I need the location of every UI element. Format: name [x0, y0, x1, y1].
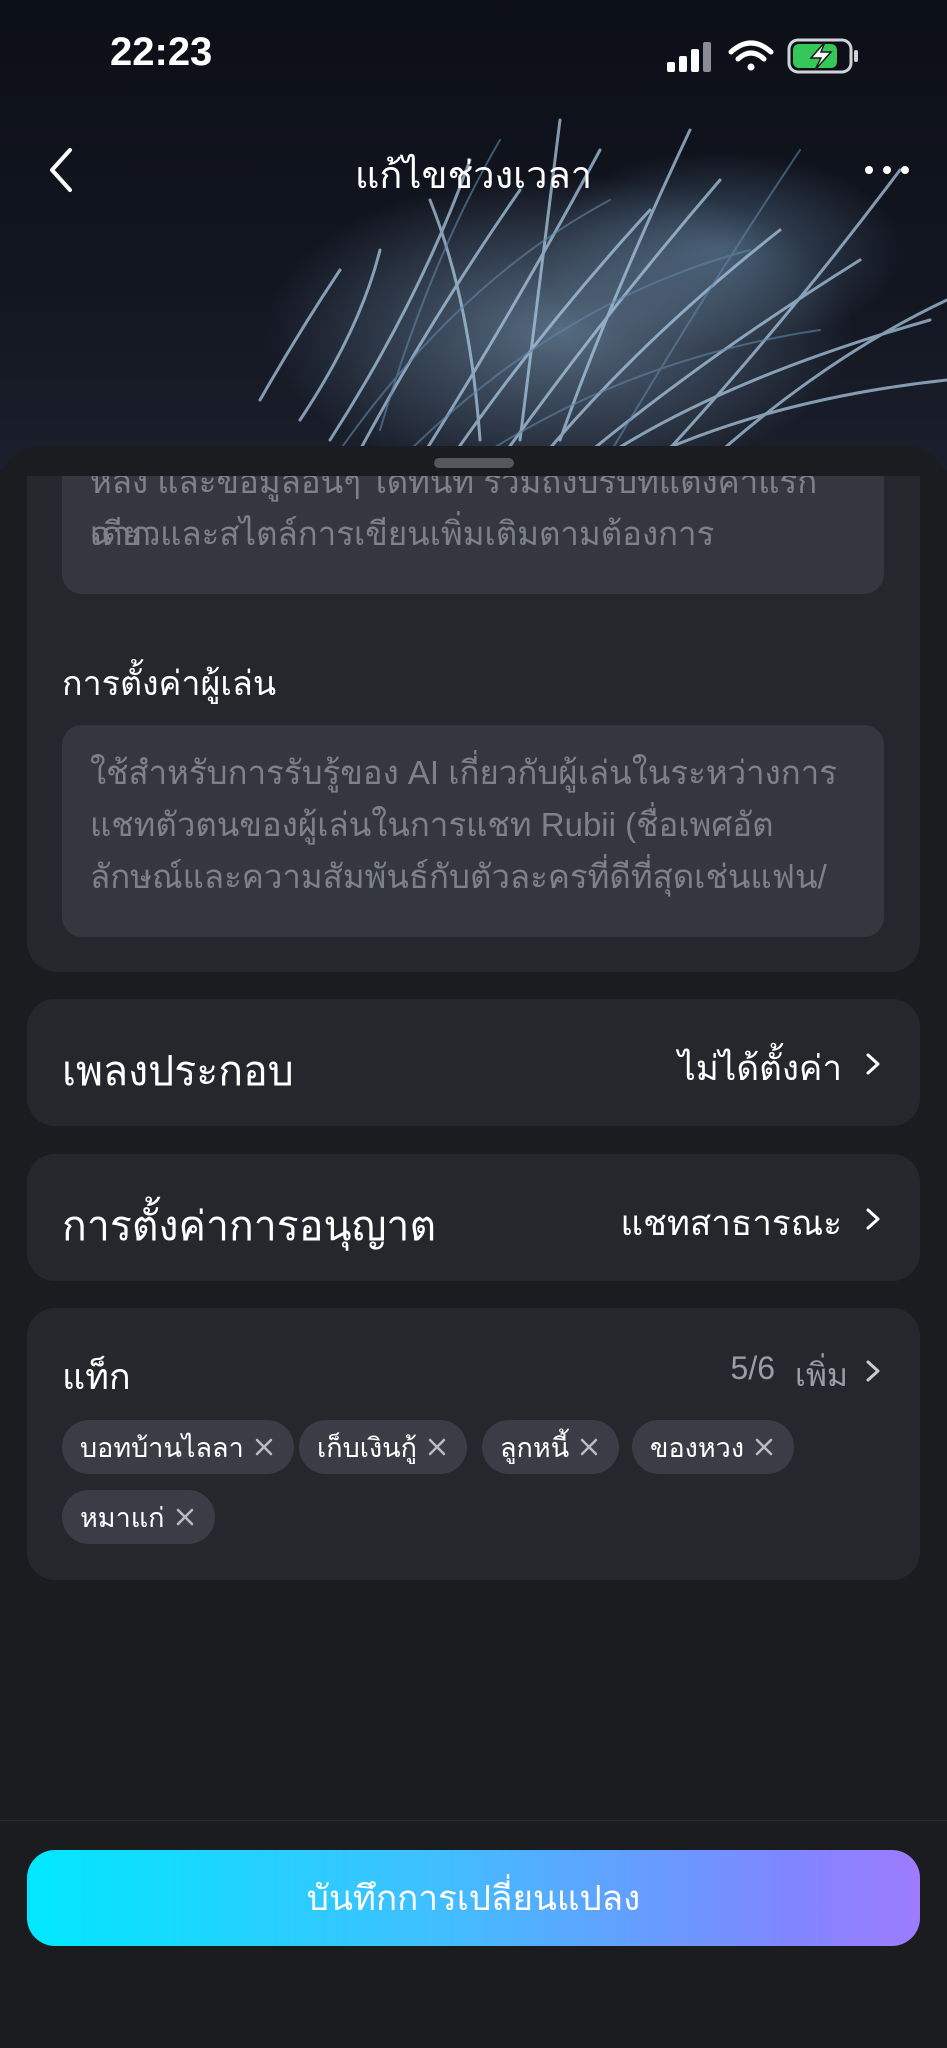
permission-settings-label: การตั้งค่าการอนุญาต: [62, 1203, 437, 1249]
status-icons: [667, 36, 877, 80]
more-dots-icon: [865, 166, 909, 174]
sheet-drag-handle[interactable]: [434, 458, 514, 468]
player-settings-textarea[interactable]: ใช้สำหรับการรับรู้ของ AI เกี่ยวกับผู้เล่…: [62, 725, 884, 937]
chevron-right-icon: [866, 1208, 880, 1230]
tags-section: แท็ก 5/6 เพิ่ม บอทบ้านไลลา เก็บเงินกู้ ล…: [27, 1308, 920, 1580]
bottom-sheet: หลัง และข้อมูลอื่นๆ ได้ทันที รวมถึงบริบท…: [0, 446, 947, 2048]
background-music-value: ไม่ได้ตั้งค่า: [678, 1049, 842, 1088]
permission-settings-value: แชทสาธารณะ: [620, 1204, 842, 1243]
remove-tag-icon[interactable]: [579, 1437, 599, 1457]
save-changes-label: บันทึกการเปลี่ยนแปลง: [306, 1878, 641, 1918]
save-changes-button[interactable]: บันทึกการเปลี่ยนแปลง: [27, 1850, 920, 1946]
placeholder-line: แชทตัวตนของผู้เล่นในการแชท Rubii (ชื่อเพ…: [90, 806, 774, 843]
background-music-row[interactable]: เพลงประกอบ ไม่ได้ตั้งค่า: [27, 999, 920, 1126]
status-icons-svg: [667, 38, 858, 74]
placeholder-line: ใช้สำหรับการรับรู้ของ AI เกี่ยวกับผู้เล่…: [90, 754, 837, 791]
tag-chip[interactable]: บอทบ้านไลลา: [62, 1420, 294, 1474]
wifi-icon: [728, 40, 774, 71]
page-title: แก้ไขช่วงเวลา: [354, 155, 593, 197]
tag-chip[interactable]: ลูกหนี้: [482, 1420, 620, 1474]
tag-label: บอทบ้านไลลา: [80, 1432, 244, 1463]
battery-charging-icon: [787, 38, 858, 74]
tag-chip[interactable]: เก็บเงินกู้: [299, 1420, 467, 1474]
tags-title: แท็ก: [62, 1356, 131, 1397]
footer-divider: [0, 1820, 947, 1821]
description-textarea[interactable]: หลัง และข้อมูลอื่นๆ ได้ทันที รวมถึงบริบท…: [62, 476, 884, 594]
remove-tag-icon[interactable]: [427, 1437, 447, 1457]
tag-label: เก็บเงินกู้: [317, 1432, 417, 1463]
tag-label: ลูกหนี้: [500, 1432, 570, 1463]
status-bar: 22:23: [0, 0, 947, 110]
status-time: 22:23: [110, 30, 213, 74]
chevron-right-icon[interactable]: [864, 1358, 882, 1384]
navigation-bar: แก้ไขช่วงเวลา: [0, 120, 947, 220]
add-tag-button[interactable]: เพิ่ม: [795, 1350, 848, 1401]
form-card: หลัง และข้อมูลอื่นๆ ได้ทันที รวมถึงบริบท…: [27, 476, 920, 972]
description-line: ฉาก และสไตล์การเขียนเพิ่มเติมตามต้องการ: [90, 515, 715, 552]
remove-tag-icon[interactable]: [254, 1437, 274, 1457]
cellular-signal-icon: [667, 42, 711, 72]
tag-label: ของหวง: [650, 1432, 744, 1463]
more-button[interactable]: [857, 150, 917, 190]
tag-label: หมาแก่: [80, 1502, 165, 1533]
background-music-label: เพลงประกอบ: [62, 1048, 294, 1094]
chevron-right-icon: [866, 1053, 880, 1075]
remove-tag-icon[interactable]: [175, 1507, 195, 1527]
player-settings-placeholder: ใช้สำหรับการรับรู้ของ AI เกี่ยวกับผู้เล่…: [90, 747, 856, 903]
tags-count: 5/6: [730, 1350, 775, 1386]
permission-settings-row[interactable]: การตั้งค่าการอนุญาต แชทสาธารณะ: [27, 1154, 920, 1281]
placeholder-line: ลักษณ์และความสัมพันธ์กับตัวละครที่ดีที่ส…: [90, 858, 827, 895]
tag-chip[interactable]: ของหวง: [632, 1420, 794, 1474]
remove-tag-icon[interactable]: [754, 1437, 774, 1457]
tag-chip[interactable]: หมาแก่: [62, 1490, 215, 1544]
player-settings-label: การตั้งค่าผู้เล่น: [62, 665, 277, 703]
